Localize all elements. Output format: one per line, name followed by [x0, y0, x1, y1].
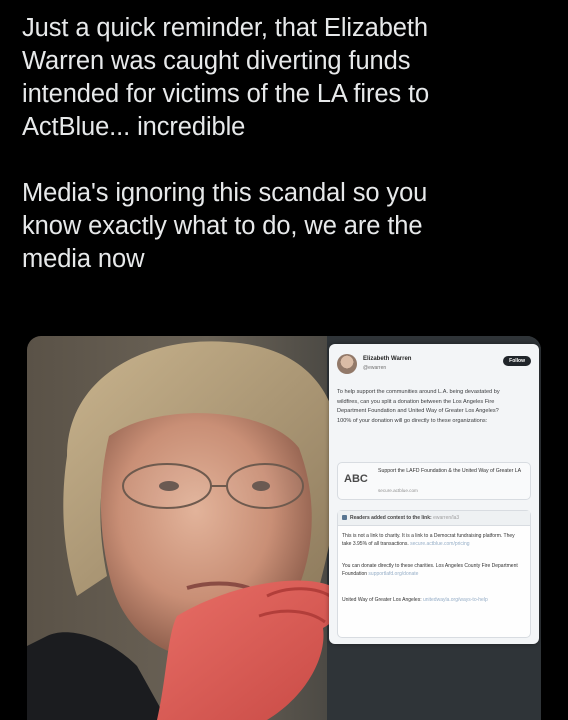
post-text: Just a quick reminder, that Elizabeth Wa… [22, 12, 552, 276]
image-haze [329, 344, 539, 644]
post-paragraph-1: Just a quick reminder, that Elizabeth Wa… [22, 14, 430, 141]
post-image[interactable]: Elizabeth Warren @ewarren Follow To help… [27, 336, 541, 720]
post-paragraph-2: Media's ignoring this scandal so you kno… [22, 179, 428, 273]
embedded-tweet-screenshot: Elizabeth Warren @ewarren Follow To help… [329, 344, 539, 644]
